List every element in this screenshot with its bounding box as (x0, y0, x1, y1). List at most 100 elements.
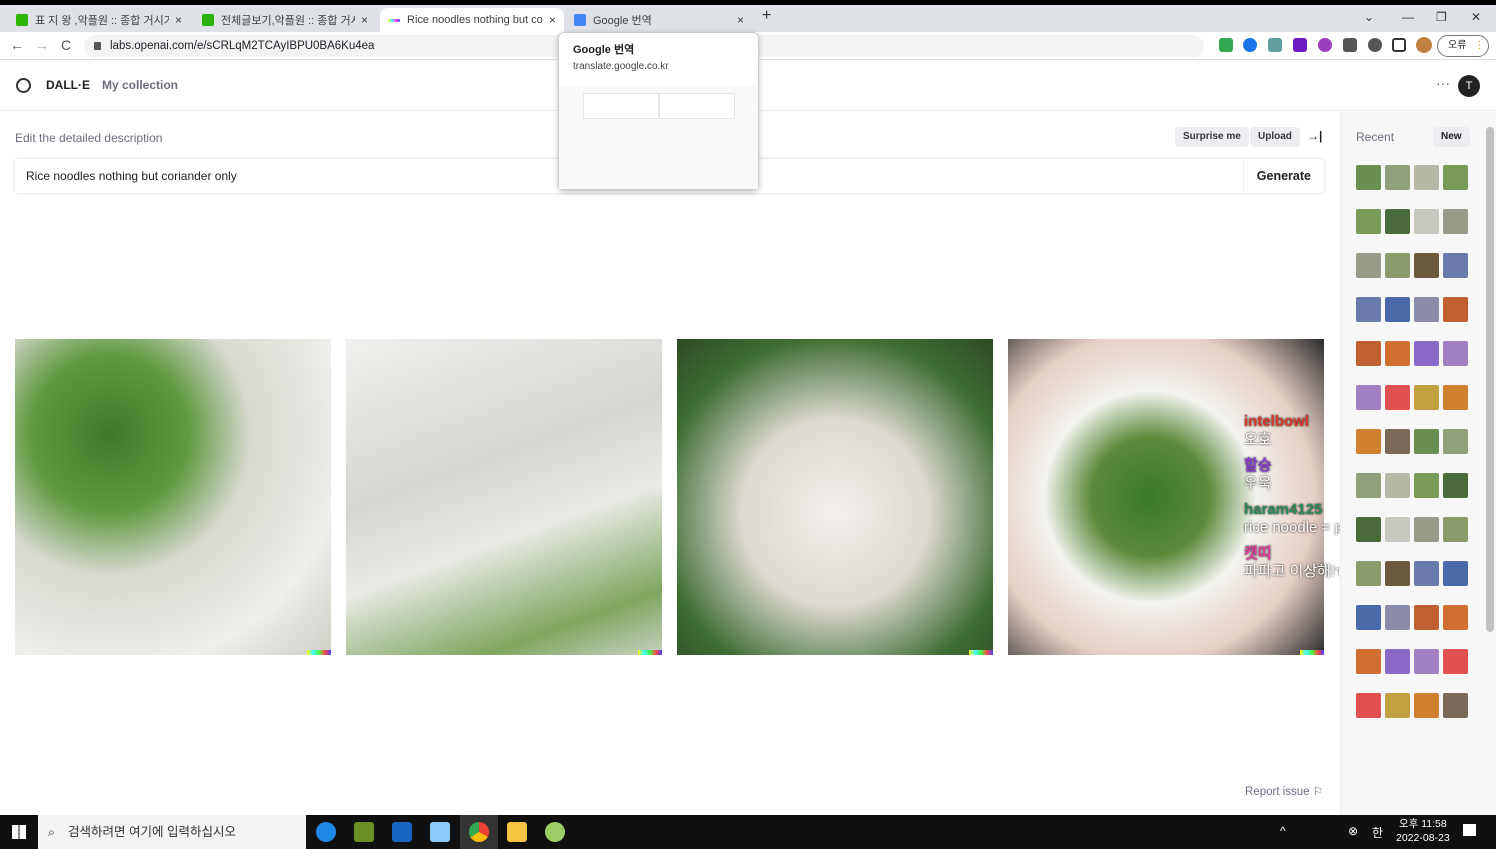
clock[interactable]: 오후 11:58 2022-08-23 (1396, 817, 1450, 845)
close-tab-icon[interactable]: × (361, 13, 368, 27)
forward-button[interactable]: → (35, 37, 49, 53)
recent-thumbnail[interactable] (1414, 517, 1439, 542)
recent-thumbnail[interactable] (1414, 429, 1439, 454)
new-button[interactable]: New (1433, 127, 1470, 147)
recent-thumbnail[interactable] (1443, 693, 1468, 718)
recent-thumbnail[interactable] (1414, 341, 1439, 366)
recent-thumbnail[interactable] (1356, 473, 1381, 498)
recent-thumbnail[interactable] (1356, 341, 1381, 366)
generated-image-3[interactable] (677, 339, 993, 655)
recent-thumbnail[interactable] (1443, 429, 1468, 454)
recent-thumbnail[interactable] (1356, 605, 1381, 630)
extension-icon[interactable] (1343, 38, 1357, 52)
recent-thumbnail[interactable] (1385, 605, 1410, 630)
collapse-sidebar-icon[interactable]: →| (1307, 129, 1322, 143)
recent-thumbnail[interactable] (1356, 693, 1381, 718)
tab-list-button[interactable]: ⌄ (1364, 10, 1374, 24)
my-collection-link[interactable]: My collection (102, 78, 178, 92)
recent-thumbnail[interactable] (1443, 473, 1468, 498)
close-tab-icon[interactable]: × (549, 13, 556, 27)
recent-thumbnail[interactable] (1356, 385, 1381, 410)
recent-thumbnail[interactable] (1443, 297, 1468, 322)
generated-image-1[interactable] (15, 339, 331, 655)
recent-thumbnail[interactable] (1414, 253, 1439, 278)
recent-thumbnail[interactable] (1385, 297, 1410, 322)
recent-thumbnail[interactable] (1414, 165, 1439, 190)
recent-thumbnail[interactable] (1443, 165, 1468, 190)
close-tab-icon[interactable]: × (175, 13, 182, 27)
error-button[interactable]: 오류 ⋮ (1437, 35, 1489, 57)
recent-thumbnail[interactable] (1385, 165, 1410, 190)
recent-thumbnail[interactable] (1356, 253, 1381, 278)
generate-button[interactable]: Generate (1242, 159, 1324, 193)
file-explorer-icon[interactable] (507, 822, 527, 842)
generated-image-2[interactable] (346, 339, 662, 655)
recent-thumbnail[interactable] (1443, 561, 1468, 586)
extension-icon[interactable] (1318, 38, 1332, 52)
new-tab-button[interactable]: + (762, 7, 771, 25)
recent-thumbnail[interactable] (1443, 341, 1468, 366)
edge-icon[interactable] (316, 822, 336, 842)
recent-thumbnail[interactable] (1414, 693, 1439, 718)
back-button[interactable]: ← (10, 37, 24, 53)
tab-2[interactable]: 전체글보기,악플원 :: 종합 거시기× (194, 8, 376, 32)
recent-thumbnail[interactable] (1443, 253, 1468, 278)
recent-thumbnail[interactable] (1414, 649, 1439, 674)
recent-thumbnail[interactable] (1385, 385, 1410, 410)
ime-indicator[interactable]: 한 (1372, 824, 1383, 841)
recent-thumbnail[interactable] (1356, 165, 1381, 190)
tab-1[interactable]: 표 지 왕 ,악플원 :: 종합 거시기 :: × (8, 8, 190, 32)
recent-thumbnail[interactable] (1443, 649, 1468, 674)
recent-thumbnail[interactable] (1385, 253, 1410, 278)
close-tab-icon[interactable]: × (737, 13, 744, 27)
recent-thumbnail[interactable] (1385, 649, 1410, 674)
tab-3-active[interactable]: Rice noodles nothing but coriander only× (380, 8, 564, 32)
upload-button[interactable]: Upload (1250, 127, 1300, 147)
recent-thumbnail[interactable] (1356, 297, 1381, 322)
app-icon[interactable] (430, 822, 450, 842)
recent-thumbnail[interactable] (1443, 385, 1468, 410)
recent-thumbnail[interactable] (1414, 561, 1439, 586)
profile-avatar[interactable] (1416, 37, 1432, 53)
recent-thumbnail[interactable] (1385, 517, 1410, 542)
chrome-taskbar-active[interactable] (460, 815, 498, 849)
maximize-button[interactable]: ❐ (1436, 10, 1447, 24)
extension-icon[interactable] (1293, 38, 1307, 52)
tray-chevron-icon[interactable]: ^ (1280, 824, 1286, 838)
notifications-icon[interactable] (1463, 824, 1476, 836)
minecraft-icon[interactable] (354, 822, 374, 842)
app-icon[interactable] (545, 822, 565, 842)
recent-thumbnail[interactable] (1443, 209, 1468, 234)
extension-icon[interactable] (1243, 38, 1257, 52)
extension-icon[interactable] (1219, 38, 1233, 52)
vrew-icon[interactable] (392, 822, 412, 842)
taskbar-search[interactable]: ⌕ 검색하려면 여기에 입력하십시오 (38, 815, 306, 849)
recent-thumbnail[interactable] (1385, 561, 1410, 586)
close-window-button[interactable]: ✕ (1471, 10, 1481, 24)
minimize-button[interactable]: — (1402, 10, 1414, 24)
recent-thumbnail[interactable] (1385, 429, 1410, 454)
recent-thumbnail[interactable] (1414, 209, 1439, 234)
recent-thumbnail[interactable] (1356, 517, 1381, 542)
extension-icon[interactable] (1268, 38, 1282, 52)
recent-thumbnail[interactable] (1356, 429, 1381, 454)
puzzle-icon[interactable] (1368, 38, 1382, 52)
reload-button[interactable]: C (61, 37, 71, 53)
recent-thumbnail[interactable] (1414, 473, 1439, 498)
windows-start-icon[interactable] (12, 825, 26, 839)
recent-thumbnail[interactable] (1356, 209, 1381, 234)
recent-thumbnail[interactable] (1414, 297, 1439, 322)
recent-thumbnail[interactable] (1356, 561, 1381, 586)
tab-4[interactable]: Google 번역 × (566, 8, 752, 32)
scrollbar[interactable] (1486, 127, 1494, 632)
tray-icon[interactable]: ⊗ (1348, 824, 1358, 838)
user-avatar[interactable]: T (1458, 75, 1480, 97)
recent-thumbnail[interactable] (1414, 385, 1439, 410)
recent-thumbnail[interactable] (1385, 209, 1410, 234)
report-issue-link[interactable]: Report issue ⚐ (1245, 784, 1323, 798)
recent-thumbnail[interactable] (1443, 517, 1468, 542)
recent-thumbnail[interactable] (1385, 693, 1410, 718)
recent-thumbnail[interactable] (1414, 605, 1439, 630)
more-options-icon[interactable]: ··· (1436, 75, 1450, 91)
recent-thumbnail[interactable] (1385, 341, 1410, 366)
